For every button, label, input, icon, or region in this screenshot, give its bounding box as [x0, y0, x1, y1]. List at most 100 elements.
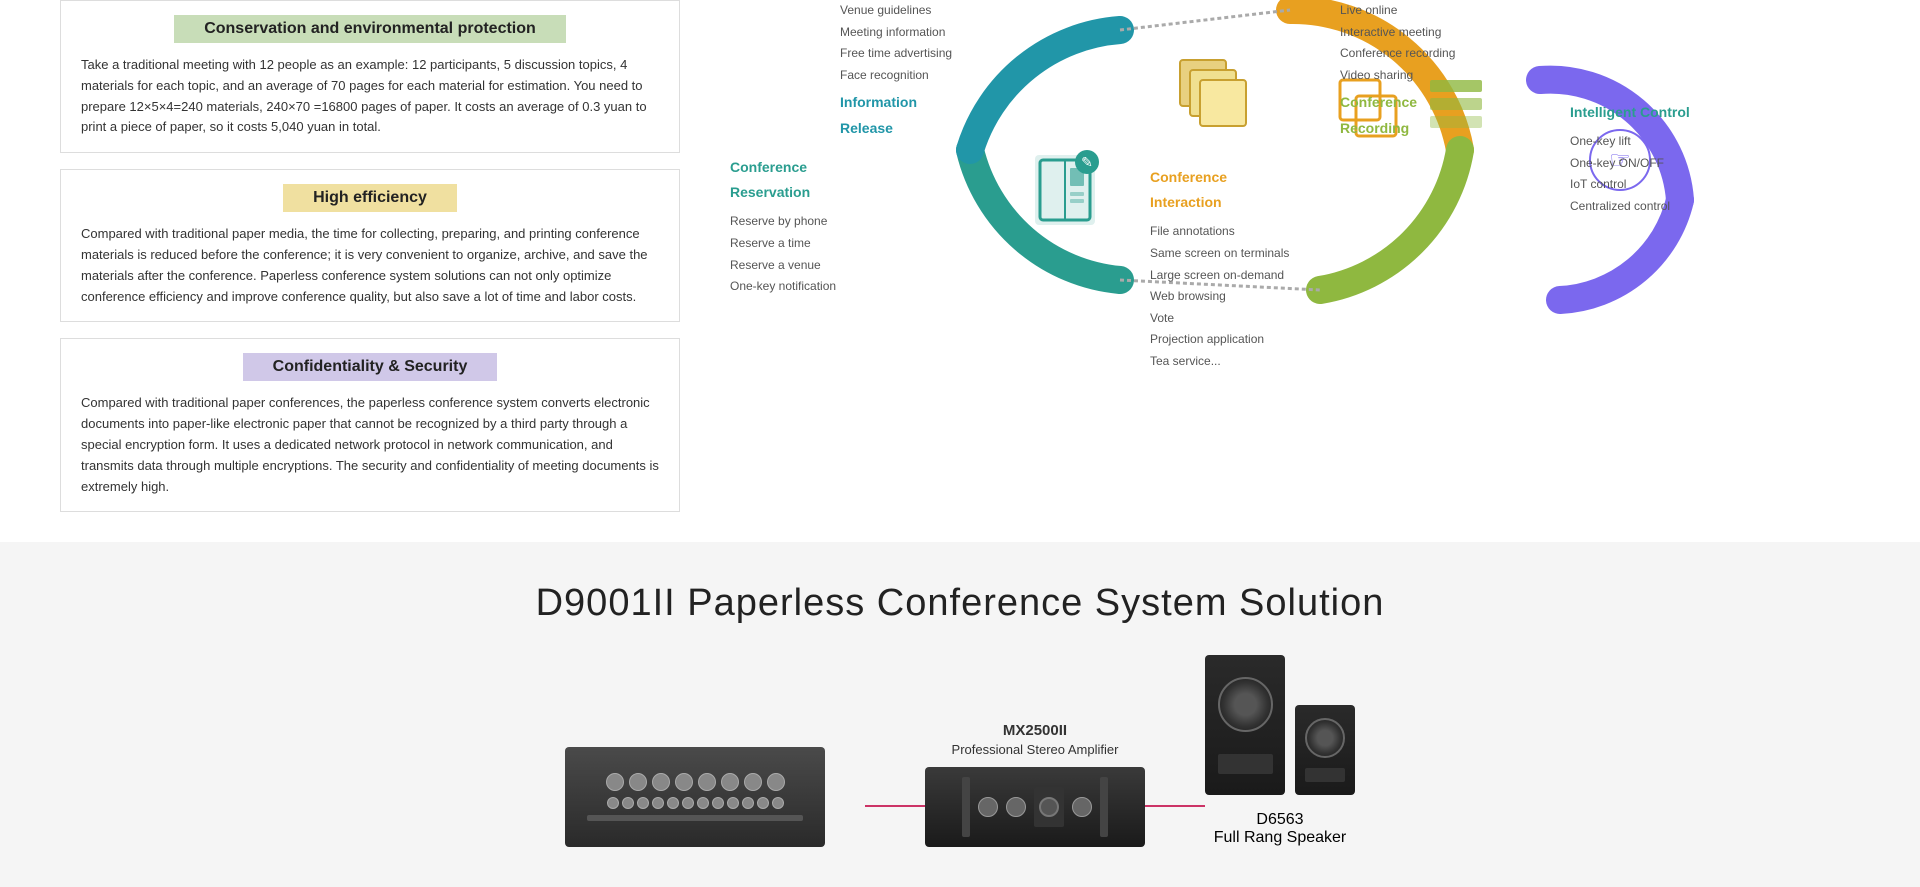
- mixer-knob-sm: [727, 797, 739, 809]
- amplifier-label: MX2500II Professional Stereo Amplifier: [952, 720, 1119, 759]
- reservation-title: ConferenceReservation: [730, 155, 836, 205]
- confidentiality-title: Confidentiality & Security: [243, 353, 498, 381]
- mixer-knob-sm: [772, 797, 784, 809]
- connector-line-2: [1145, 805, 1205, 807]
- info-item-3: Free time advertising: [840, 43, 952, 65]
- speaker-sm-woofer: [1305, 718, 1345, 758]
- mixer-knob: [606, 773, 624, 791]
- amp-knob-3: [1072, 797, 1092, 817]
- connector-line-1: [865, 805, 925, 807]
- confidentiality-body: Compared with traditional paper conferen…: [81, 393, 659, 497]
- speaker-model: D6563: [1214, 811, 1347, 829]
- interaction-item-7: Tea service...: [1150, 351, 1289, 373]
- mixer-knob-sm: [667, 797, 679, 809]
- mixer-knob-sm: [742, 797, 754, 809]
- intelligent-item-3: IoT control: [1570, 174, 1690, 196]
- interaction-item-2: Same screen on terminals: [1150, 243, 1289, 265]
- speaker-tall: [1205, 655, 1285, 795]
- reservation-labels: ConferenceReservation Reserve by phone R…: [730, 155, 836, 298]
- mixer-knob-sm: [607, 797, 619, 809]
- equipment-row: MX2500II Professional Stereo Amplifier: [60, 655, 1860, 847]
- interaction-item-4: Web browsing: [1150, 286, 1289, 308]
- top-section: Conservation and environmental protectio…: [0, 0, 1920, 512]
- recording-item-2: Interactive meeting: [1340, 22, 1455, 44]
- mixer-knob: [721, 773, 739, 791]
- right-column: ✎ ☞: [720, 0, 1860, 512]
- conservation-body: Take a traditional meeting with 12 peopl…: [81, 55, 659, 138]
- recording-item-1: Live online: [1340, 0, 1455, 22]
- mixer-knob: [629, 773, 647, 791]
- intelligent-labels: Intelligent Control One-key lift One-key…: [1570, 100, 1690, 218]
- interaction-item-1: File annotations: [1150, 221, 1289, 243]
- recording-item-4: Video sharing: [1340, 65, 1455, 87]
- speaker-pair: [1205, 655, 1355, 795]
- interaction-item-3: Large screen on-demand: [1150, 265, 1289, 287]
- intelligent-item-2: One-key ON/OFF: [1570, 153, 1690, 175]
- interaction-item-5: Vote: [1150, 308, 1289, 330]
- confidentiality-box: Confidentiality & Security Compared with…: [60, 338, 680, 512]
- conservation-box: Conservation and environmental protectio…: [60, 0, 680, 153]
- info-item-1: Venue guidelines: [840, 0, 952, 22]
- intelligent-title: Intelligent Control: [1570, 100, 1690, 125]
- left-column: Conservation and environmental protectio…: [60, 0, 680, 512]
- amp-box: [925, 767, 1145, 847]
- mixer-knob-sm: [712, 797, 724, 809]
- reservation-item-4: One-key notification: [730, 276, 836, 298]
- mixer-knob: [767, 773, 785, 791]
- speaker-main-box: [1205, 655, 1285, 795]
- recording-title-wrapper: ConferenceRecording: [1340, 90, 1455, 140]
- diagram-labels: ConferenceReservation Reserve by phone R…: [720, 0, 1860, 380]
- info-item-4: Face recognition: [840, 65, 952, 87]
- mixer-knob: [652, 773, 670, 791]
- speaker-woofer: [1218, 677, 1273, 732]
- efficiency-title-bar: High efficiency: [81, 184, 659, 212]
- page-wrapper: Conservation and environmental protectio…: [0, 0, 1920, 887]
- recording-labels: Live online Interactive meeting Conferen…: [1340, 0, 1455, 141]
- confidentiality-title-bar: Confidentiality & Security: [81, 353, 659, 381]
- intelligent-item-1: One-key lift: [1570, 131, 1690, 153]
- info-release-title: InformationRelease: [840, 94, 917, 135]
- interaction-labels: ConferenceInteraction File annotations S…: [1150, 165, 1289, 373]
- reservation-item-1: Reserve by phone: [730, 211, 836, 233]
- efficiency-body: Compared with traditional paper media, t…: [81, 224, 659, 307]
- mixer-box: [565, 747, 825, 847]
- mixer-knob-sm: [622, 797, 634, 809]
- speaker-sm-tweeter: [1305, 768, 1345, 782]
- info-release-title-wrapper: InformationRelease: [840, 90, 952, 140]
- speaker-group: D6563 Full Rang Speaker: [1205, 655, 1355, 847]
- amp-knob-1: [978, 797, 998, 817]
- conservation-title-bar: Conservation and environmental protectio…: [81, 15, 659, 43]
- mixer-knob: [698, 773, 716, 791]
- bottom-title: D9001II Paperless Conference System Solu…: [60, 582, 1860, 625]
- recording-title: ConferenceRecording: [1340, 94, 1417, 135]
- reservation-item-3: Reserve a venue: [730, 255, 836, 277]
- mixer-item: [565, 747, 825, 847]
- mixer-knob-sm: [637, 797, 649, 809]
- speaker-label-area: D6563 Full Rang Speaker: [1214, 811, 1347, 847]
- reservation-item-2: Reserve a time: [730, 233, 836, 255]
- mixer-knob-sm: [652, 797, 664, 809]
- bottom-section: D9001II Paperless Conference System Solu…: [0, 542, 1920, 887]
- mixer-knob-sm: [757, 797, 769, 809]
- recording-item-3: Conference recording: [1340, 43, 1455, 65]
- amp-knob-2: [1006, 797, 1026, 817]
- speaker-tweeter: [1218, 754, 1273, 774]
- mixer-knob: [675, 773, 693, 791]
- info-release-labels: Venue guidelines Meeting information Fre…: [840, 0, 952, 141]
- speaker-sm: [1295, 705, 1355, 795]
- mixer-knob: [744, 773, 762, 791]
- intelligent-item-4: Centralized control: [1570, 196, 1690, 218]
- diagram-container: ✎ ☞: [720, 0, 1860, 380]
- interaction-item-6: Projection application: [1150, 329, 1289, 351]
- amplifier-model: MX2500II: [952, 720, 1119, 741]
- mixer-knob-sm: [697, 797, 709, 809]
- amp-controls: [962, 777, 1108, 837]
- info-item-2: Meeting information: [840, 22, 952, 44]
- speaker-name: Full Rang Speaker: [1214, 829, 1347, 847]
- speaker-sub-box: [1295, 705, 1355, 795]
- efficiency-title: High efficiency: [283, 184, 457, 212]
- efficiency-box: High efficiency Compared with traditiona…: [60, 169, 680, 322]
- amplifier-item: MX2500II Professional Stereo Amplifier: [925, 720, 1145, 847]
- interaction-title: ConferenceInteraction: [1150, 165, 1289, 215]
- mixer-knob-sm: [682, 797, 694, 809]
